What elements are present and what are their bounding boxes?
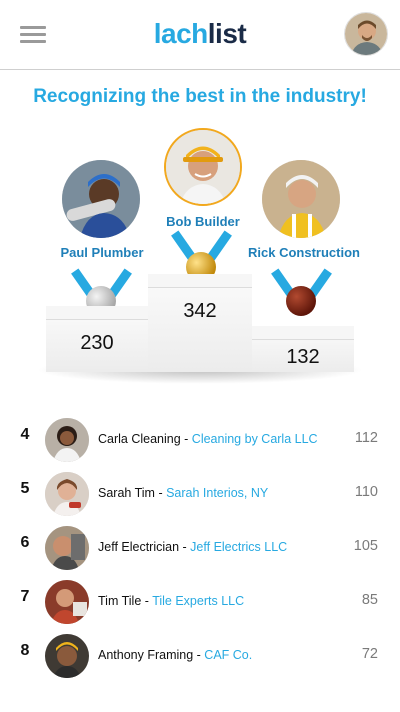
second-place-avatar[interactable] <box>62 160 140 238</box>
separator: - <box>154 486 167 500</box>
score: 112 <box>354 430 378 446</box>
avatar[interactable] <box>45 472 89 516</box>
first-place-name: Bob Builder <box>166 214 240 229</box>
list-item[interactable]: 6 Jeff Electrician - Jeff Electrics LLC … <box>0 520 400 574</box>
score: 72 <box>361 646 378 662</box>
app-header: lachlist <box>0 0 400 70</box>
list-item-label: Jeff Electrician - Jeff Electrics LLC <box>98 540 287 554</box>
list-item-label: Anthony Framing - CAF Co. <box>98 648 252 662</box>
rank-number: 4 <box>20 426 30 443</box>
list-item[interactable]: 8 Anthony Framing - CAF Co. 72 <box>0 628 400 682</box>
third-place-score: 132 <box>286 346 320 368</box>
separator: - <box>179 540 191 554</box>
logo-part-2: list <box>207 18 247 49</box>
list-item-label: Carla Cleaning - Cleaning by Carla LLC <box>98 432 318 446</box>
third-place-block: 132 <box>252 326 354 372</box>
person-name: Jeff Electrician <box>98 540 180 554</box>
podium: Paul Plumber Bob Builder Rick Constructi… <box>0 120 400 400</box>
score: 105 <box>353 538 378 554</box>
rank-number: 5 <box>20 480 30 497</box>
avatar[interactable] <box>45 418 89 462</box>
separator: - <box>193 648 205 662</box>
bronze-medal-icon <box>286 286 316 316</box>
company-link[interactable]: CAF Co. <box>204 648 252 662</box>
company-link[interactable]: Tile Experts LLC <box>152 594 244 608</box>
person-name: Anthony Framing <box>98 648 194 662</box>
list-item-label: Tim Tile - Tile Experts LLC <box>98 594 244 608</box>
first-place-avatar[interactable] <box>164 128 242 206</box>
page-title: Recognizing the best in the industry! <box>33 86 367 107</box>
logo-part-1: lach <box>153 18 209 49</box>
person-name: Sarah Tim <box>98 486 155 500</box>
second-place-score: 230 <box>80 332 114 354</box>
app-logo[interactable]: lachlist <box>0 18 400 50</box>
rank-number: 8 <box>20 642 30 659</box>
score: 85 <box>361 592 378 608</box>
third-place-avatar[interactable] <box>262 160 340 238</box>
list-item[interactable]: 7 Tim Tile - Tile Experts LLC 85 <box>0 574 400 628</box>
person-name: Carla Cleaning <box>98 432 181 446</box>
first-place-block: 342 <box>148 274 252 372</box>
separator: - <box>141 594 153 608</box>
avatar[interactable] <box>45 634 89 678</box>
second-place-name: Paul Plumber <box>60 245 144 260</box>
company-link[interactable]: Cleaning by Carla LLC <box>192 432 318 446</box>
company-link[interactable]: Sarah Interios, NY <box>166 486 268 500</box>
separator: - <box>180 432 192 446</box>
list-item-label: Sarah Tim - Sarah Interios, NY <box>98 486 268 500</box>
third-place-name: Rick Construction <box>248 245 360 260</box>
rank-number: 6 <box>20 534 30 551</box>
rank-number: 7 <box>20 588 30 605</box>
second-place-block: 230 <box>46 306 148 372</box>
company-link[interactable]: Jeff Electrics LLC <box>190 540 287 554</box>
score: 110 <box>354 484 378 500</box>
avatar[interactable] <box>45 526 89 570</box>
first-place-score: 342 <box>183 300 217 322</box>
user-avatar[interactable] <box>344 12 388 56</box>
person-name: Tim Tile <box>98 594 142 608</box>
list-item[interactable]: 5 Sarah Tim - Sarah Interios, NY 110 <box>0 466 400 520</box>
list-item[interactable]: 4 Carla Cleaning - Cleaning by Carla LLC… <box>0 412 400 466</box>
avatar[interactable] <box>45 580 89 624</box>
